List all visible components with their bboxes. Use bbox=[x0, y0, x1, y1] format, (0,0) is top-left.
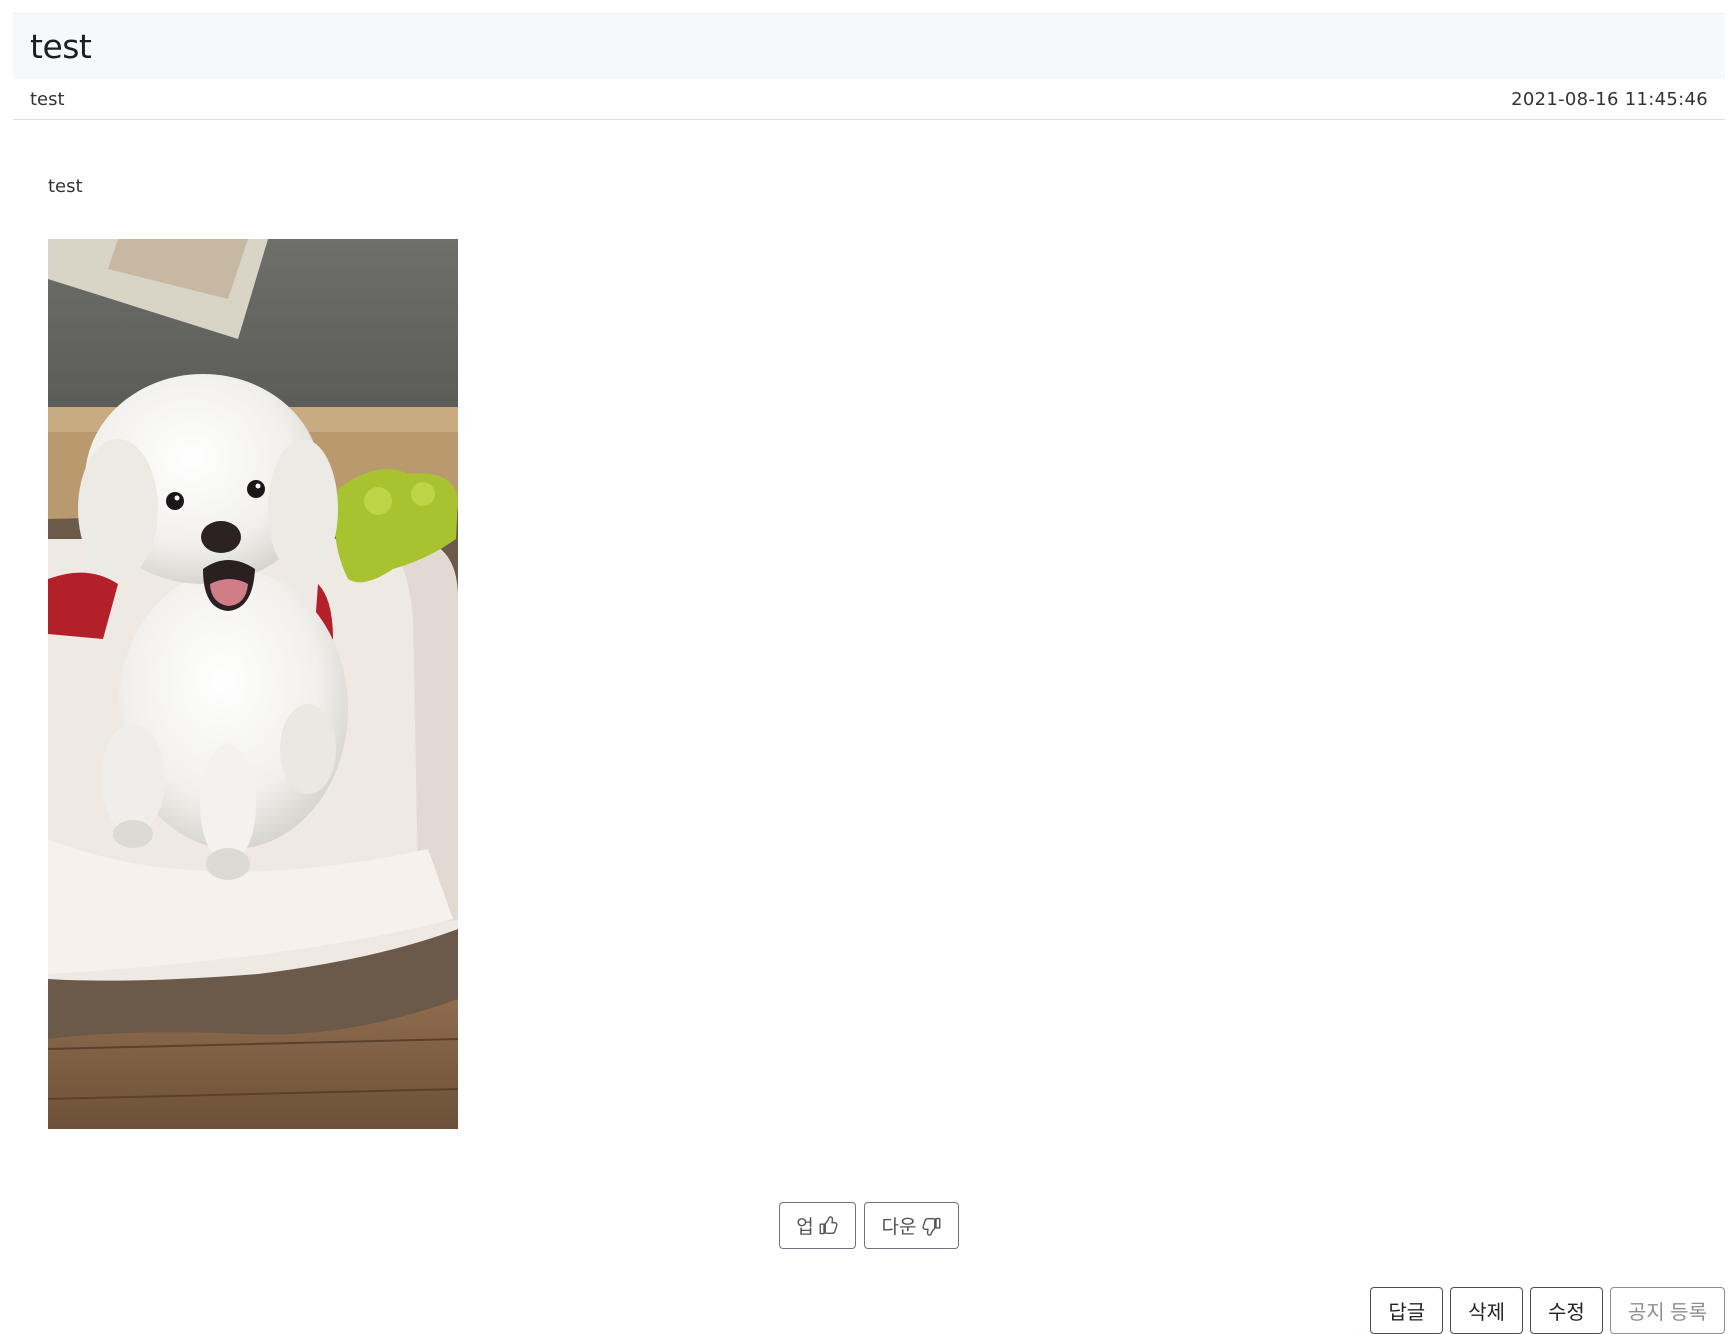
reply-button[interactable]: 답글 bbox=[1370, 1287, 1444, 1334]
post-date: 2021-08-16 11:45:46 bbox=[1511, 88, 1708, 110]
post-image bbox=[48, 239, 458, 1129]
upvote-label: 업 bbox=[796, 1217, 814, 1238]
post-title: test bbox=[30, 27, 92, 66]
delete-button[interactable]: 삭제 bbox=[1450, 1287, 1524, 1334]
post-header: test bbox=[13, 13, 1725, 79]
vote-bar: 업 다운 bbox=[13, 1202, 1725, 1249]
post-meta: test 2021-08-16 11:45:46 bbox=[13, 79, 1725, 120]
post-view: test test 2021-08-16 11:45:46 test 업 다운 … bbox=[13, 13, 1725, 1334]
post-actions: 답글 삭제 수정 공지 등록 bbox=[1370, 1287, 1725, 1334]
edit-button[interactable]: 수정 bbox=[1530, 1287, 1603, 1334]
post-body-text: test bbox=[48, 176, 83, 197]
thumbs-down-icon bbox=[922, 1217, 941, 1236]
dog-photo bbox=[48, 239, 458, 1129]
register-notice-button[interactable]: 공지 등록 bbox=[1609, 1287, 1725, 1334]
downvote-label: 다운 bbox=[881, 1217, 917, 1238]
thumbs-up-icon bbox=[819, 1215, 838, 1234]
post-author: test bbox=[30, 88, 65, 110]
upvote-button[interactable]: 업 bbox=[779, 1202, 856, 1249]
post-content: test 업 다운 답글 삭제 수정 공지 등록 bbox=[13, 120, 1725, 1334]
downvote-button[interactable]: 다운 bbox=[864, 1202, 959, 1249]
